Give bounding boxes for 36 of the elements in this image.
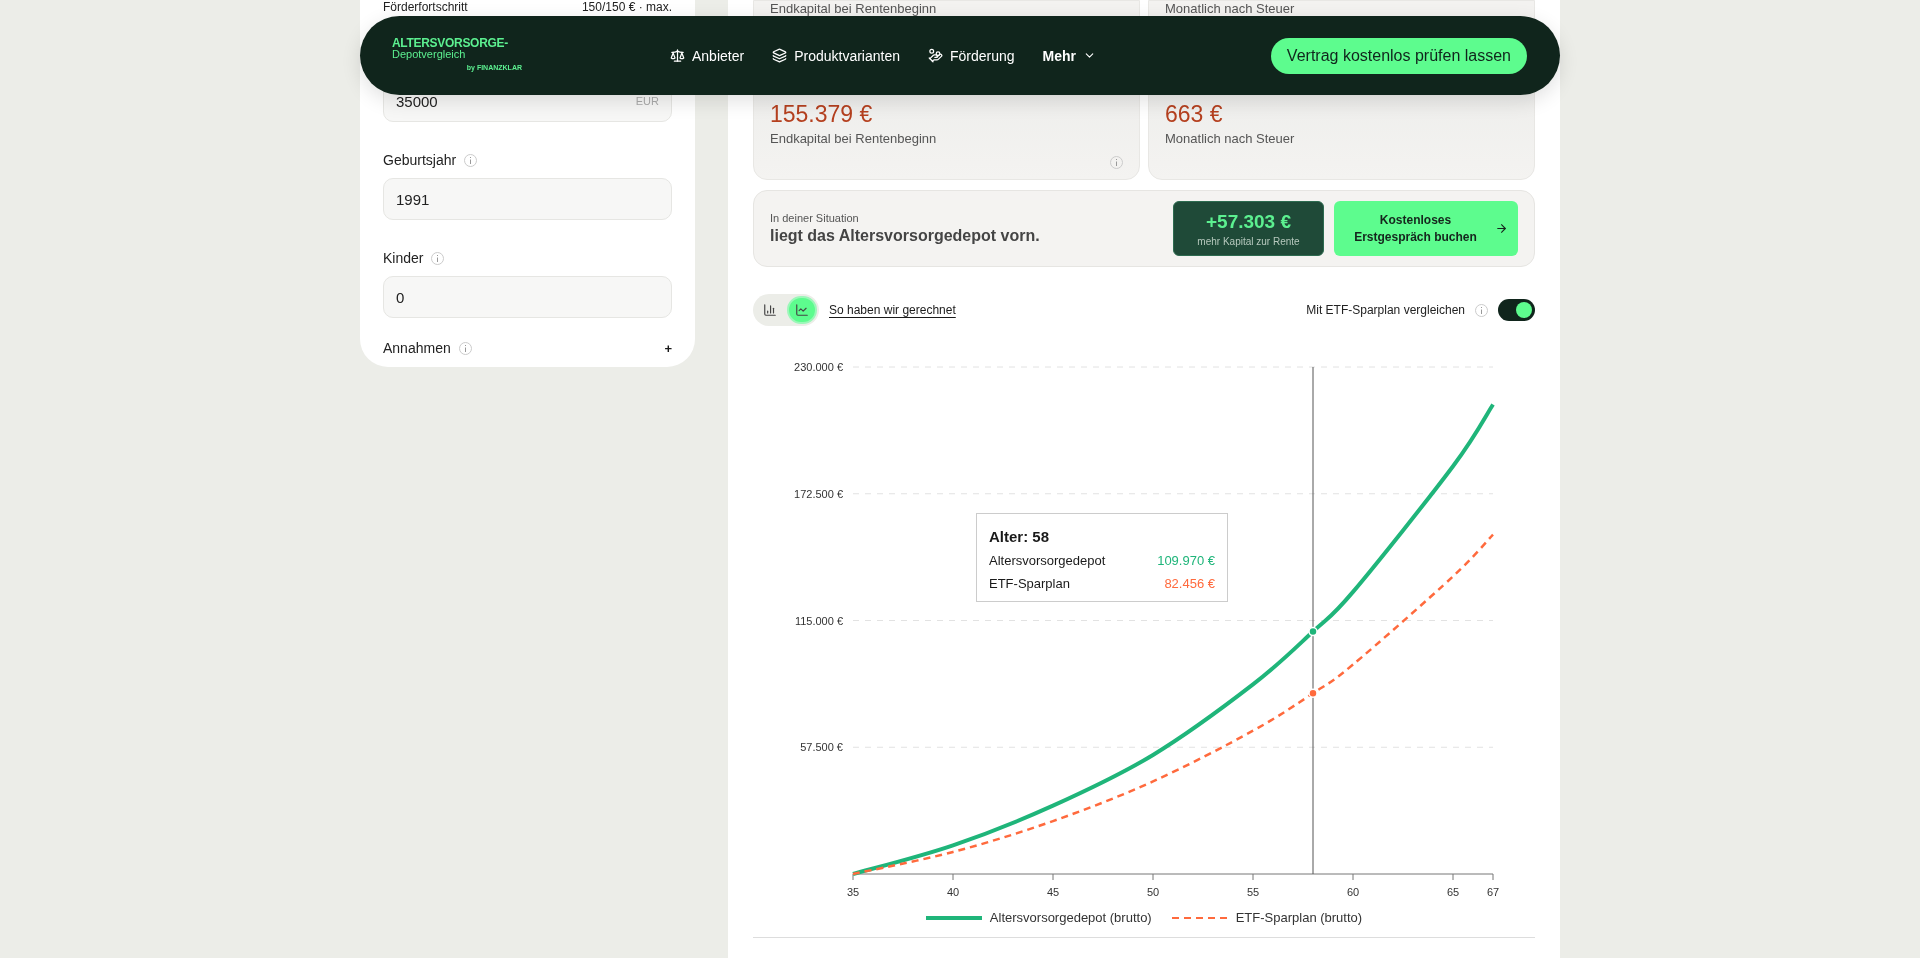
legend-label: ETF-Sparplan (brutto): [1235, 910, 1363, 925]
y-tick-label: 172.500 €: [794, 487, 843, 500]
x-tick-label: 35: [846, 886, 860, 898]
x-tick-label: 45: [1046, 886, 1060, 898]
banner-headline: liegt das Altersvorsorgedepot vorn.: [770, 227, 1040, 245]
x-tick-label: 40: [946, 886, 960, 898]
card-value: 663 €: [1165, 101, 1224, 127]
section-label: Annahmen: [383, 340, 451, 356]
x-tick-label: 50: [1146, 886, 1160, 898]
y-tick-label: 230.000 €: [794, 361, 843, 373]
tooltip-title: Alter: 58: [989, 528, 1051, 545]
unit-label: EUR: [635, 95, 659, 107]
card-label: Monatlich nach Steuer: [1165, 131, 1296, 146]
compare-label: Mit ETF-Sparplan vergleichen: [1306, 303, 1465, 317]
tooltip-label: ETF-Sparplan: [989, 576, 1070, 591]
field-label: Kinder: [383, 250, 424, 266]
difference-value: +57.303 €: [1205, 210, 1292, 233]
legend-label: Altersvorsorgedepot (brutto): [989, 910, 1152, 925]
card-label: Monatlich nach Steuer: [1165, 1, 1296, 16]
x-tick-label: 55: [1246, 886, 1260, 898]
tooltip-value: 109.970 €: [1157, 553, 1215, 568]
tooltip-label: Altersvorsorgedepot: [989, 553, 1106, 568]
y-tick-label: 57.500 €: [800, 741, 843, 754]
y-tick-label: 115.000 €: [794, 614, 843, 627]
card-value: 155.379 €: [770, 101, 874, 127]
banner-intro: In deiner Situation: [770, 212, 860, 224]
x-tick-label: 60: [1346, 886, 1360, 898]
difference-caption: mehr Kapital zur Rente: [1197, 235, 1300, 247]
tooltip-value: 82.456 €: [1164, 576, 1215, 591]
card-label: Endkapital bei Rentenbeginn: [770, 131, 938, 146]
field-label: Geburtsjahr: [383, 152, 457, 168]
card-label: Endkapital bei Rentenbeginn: [770, 1, 938, 16]
progress-value: 150/150 € · max.: [581, 0, 672, 14]
x-tick-label: 67: [1486, 886, 1500, 898]
progress-label: Förderfortschritt: [383, 0, 468, 14]
x-tick-label: 65: [1446, 886, 1460, 898]
